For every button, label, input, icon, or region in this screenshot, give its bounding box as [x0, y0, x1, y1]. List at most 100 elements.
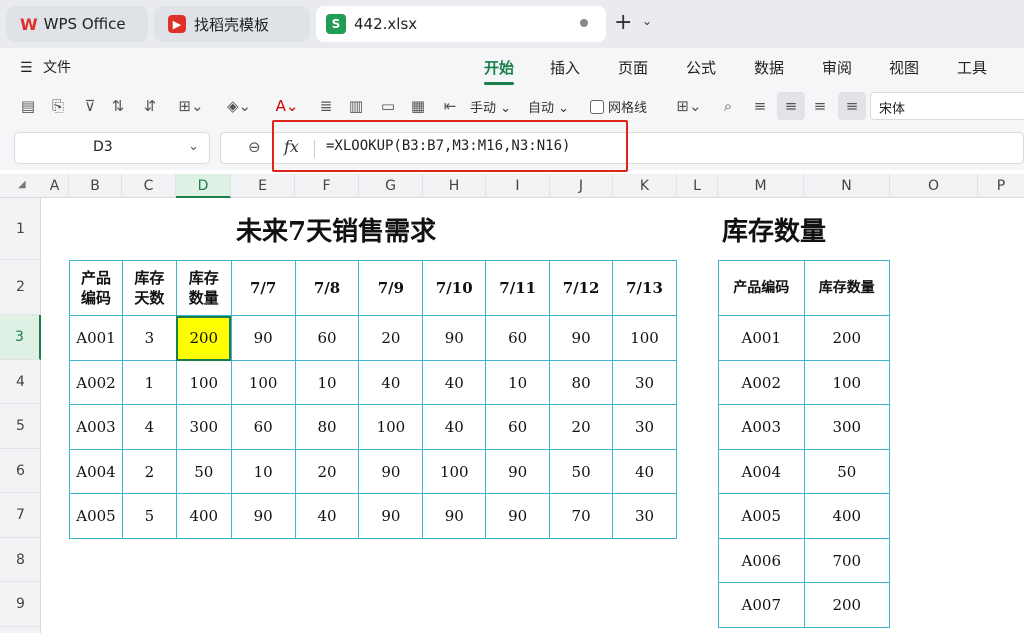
row-header-7[interactable]: 7 — [0, 493, 41, 538]
cell[interactable]: 700 — [803, 538, 891, 583]
row-header-9[interactable]: 9 — [0, 582, 41, 627]
cell[interactable]: 80 — [549, 360, 614, 405]
cell[interactable]: 100 — [803, 360, 891, 405]
cell[interactable]: 20 — [358, 315, 424, 361]
header-cell[interactable]: 7/11 — [485, 260, 551, 316]
cell[interactable]: 2 — [121, 449, 177, 494]
header-cell[interactable]: 产品编码 — [718, 260, 805, 316]
cell[interactable]: 20 — [549, 404, 614, 450]
row-header-5[interactable]: 5 — [0, 404, 41, 449]
name-box[interactable]: D3 ⌄ — [14, 132, 210, 164]
row-header-3[interactable]: 3 — [0, 315, 41, 360]
cell[interactable]: 5 — [121, 493, 177, 539]
fill-color-icon[interactable]: ◈⌄ — [222, 96, 256, 116]
col-header-g[interactable]: G — [359, 174, 423, 198]
col-header-b[interactable]: B — [69, 174, 122, 198]
cell[interactable]: 30 — [612, 493, 677, 539]
cell[interactable]: 50 — [549, 449, 614, 494]
unsaved-dot-icon[interactable] — [580, 19, 588, 27]
cell[interactable]: 400 — [175, 493, 232, 539]
cell[interactable]: A003 — [69, 404, 123, 450]
tab-insert[interactable]: 插入 — [550, 57, 580, 78]
header-cell[interactable]: 7/9 — [358, 260, 424, 316]
cell[interactable]: A006 — [718, 538, 805, 583]
tab-home[interactable]: 开始 — [484, 57, 514, 78]
freeze-panes-icon[interactable]: ⊞⌄ — [672, 96, 706, 116]
tab-templates[interactable]: ▶ 找稻壳模板 — [154, 6, 310, 42]
col-header-i[interactable]: I — [486, 174, 550, 198]
cell[interactable]: 100 — [230, 360, 296, 405]
cell[interactable]: 300 — [175, 404, 232, 450]
cell[interactable]: 40 — [294, 493, 360, 539]
cell[interactable]: 40 — [422, 360, 487, 405]
cell[interactable]: A005 — [718, 493, 805, 539]
cell[interactable]: 30 — [612, 404, 677, 450]
zoom-icon[interactable]: ⊖ — [248, 138, 261, 156]
borders-icon[interactable]: ⊞⌄ — [174, 96, 208, 116]
chevron-down-icon[interactable]: ⌄ — [642, 14, 652, 28]
header-cell[interactable]: 7/8 — [294, 260, 360, 316]
stock-table-title[interactable]: 库存数量 — [722, 211, 826, 248]
fit-row-icon[interactable]: ▭ — [378, 96, 398, 116]
cell[interactable]: 60 — [294, 315, 360, 361]
col-header-h[interactable]: H — [423, 174, 486, 198]
select-all-icon[interactable]: ◢ — [18, 179, 26, 190]
cell[interactable]: 80 — [294, 404, 360, 450]
row-header-1[interactable]: 1 — [0, 198, 41, 260]
cell[interactable]: 60 — [485, 404, 551, 450]
header-cell[interactable]: 库存数量 — [803, 260, 891, 316]
cell[interactable]: 4 — [121, 404, 177, 450]
auto-wrap-dropdown[interactable]: 自动 ⌄ — [528, 97, 569, 116]
chevron-down-icon[interactable]: ⌄ — [188, 139, 199, 154]
cell[interactable]: A001 — [718, 315, 805, 361]
tab-page[interactable]: 页面 — [618, 57, 648, 78]
manual-wrap-dropdown[interactable]: 手动 ⌄ — [470, 97, 511, 116]
cell[interactable]: 10 — [485, 360, 551, 405]
col-header-e[interactable]: E — [231, 174, 295, 198]
selected-cell-d3[interactable]: 200 — [175, 315, 232, 361]
cell[interactable]: 50 — [175, 449, 232, 494]
cell[interactable]: A004 — [69, 449, 123, 494]
header-cell[interactable]: 7/7 — [230, 260, 296, 316]
merge-cells-icon[interactable]: ▥ — [346, 96, 366, 116]
header-cell[interactable]: 库存 天数 — [121, 260, 177, 316]
cell[interactable]: 70 — [549, 493, 614, 539]
paste-icon[interactable]: ⎘ — [48, 96, 68, 116]
tab-wps-office[interactable]: W WPS Office — [6, 6, 148, 42]
gridlines-checkbox[interactable]: 网格线 — [590, 97, 647, 116]
font-color-icon[interactable]: A⌄ — [270, 96, 304, 116]
col-header-c[interactable]: C — [122, 174, 176, 198]
cell[interactable]: 400 — [803, 493, 891, 539]
cell[interactable]: 90 — [422, 315, 487, 361]
filter-icon[interactable]: ⊽ — [80, 96, 100, 116]
col-header-d[interactable]: D — [176, 174, 231, 198]
tab-formulas[interactable]: 公式 — [686, 57, 716, 78]
align-left-icon[interactable]: ≡ — [750, 96, 770, 116]
tab-data[interactable]: 数据 — [754, 57, 784, 78]
header-cell[interactable]: 7/12 — [549, 260, 614, 316]
row-header-4[interactable]: 4 — [0, 360, 41, 404]
cell[interactable]: 90 — [485, 449, 551, 494]
cell[interactable]: 200 — [803, 315, 891, 361]
cell[interactable]: 100 — [422, 449, 487, 494]
cell[interactable]: A002 — [718, 360, 805, 405]
sort-descending-icon[interactable]: ⇵ — [140, 96, 160, 116]
cell[interactable]: 100 — [612, 315, 677, 361]
col-header-m[interactable]: M — [718, 174, 804, 198]
cell[interactable]: 100 — [175, 360, 232, 405]
demand-table-title[interactable]: 未来7天销售需求 — [236, 211, 436, 248]
cell[interactable]: 200 — [803, 582, 891, 628]
cell[interactable]: 20 — [294, 449, 360, 494]
cell[interactable]: 40 — [358, 360, 424, 405]
cell[interactable]: 90 — [358, 449, 424, 494]
cell[interactable]: 100 — [358, 404, 424, 450]
row-header-6[interactable]: 6 — [0, 449, 41, 493]
cell[interactable]: 90 — [549, 315, 614, 361]
col-header-l[interactable]: L — [677, 174, 718, 198]
cell[interactable]: A005 — [69, 493, 123, 539]
tab-tools[interactable]: 工具 — [957, 57, 987, 78]
fit-col-icon[interactable]: ▦ — [408, 96, 428, 116]
cell[interactable]: 90 — [422, 493, 487, 539]
align-right-icon[interactable]: ≡ — [810, 96, 830, 116]
row-header-8[interactable]: 8 — [0, 538, 41, 582]
